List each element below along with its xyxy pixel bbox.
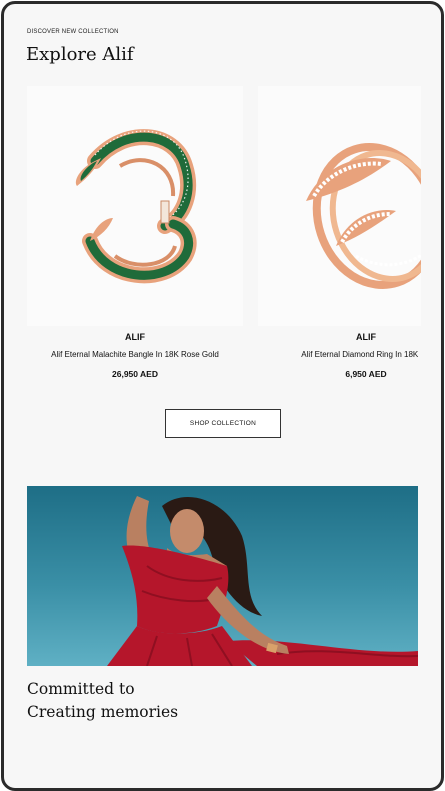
product-card[interactable]: ALIF Alif Eternal Malachite Bangle In 18… [27, 86, 243, 379]
product-name[interactable]: Alif Eternal Malachite Bangle In 18K Ros… [27, 350, 243, 359]
hero-title-line-2: Creating memories [27, 703, 179, 721]
collection-eyebrow: DISCOVER NEW COLLECTION [27, 29, 119, 35]
product-carousel[interactable]: ALIF Alif Eternal Malachite Bangle In 18… [27, 86, 421, 386]
product-brand: ALIF [125, 332, 145, 342]
product-name[interactable]: Alif Eternal Diamond Ring In 18K Ro [258, 350, 421, 359]
shop-collection-button[interactable]: SHOP COLLECTION [165, 409, 281, 438]
model-in-red-dress-image [27, 486, 418, 666]
hero-title-line-1: Committed to [27, 680, 135, 698]
product-card[interactable]: ALIF Alif Eternal Diamond Ring In 18K Ro… [258, 86, 421, 379]
malachite-bangle-icon [75, 129, 197, 284]
product-price: 6,950 AED [345, 369, 387, 379]
collection-title: Explore Alif [26, 44, 134, 65]
hero-title: Committed to Creating memories [27, 678, 178, 724]
malachite-bangle-image[interactable] [27, 86, 243, 326]
product-brand: ALIF [356, 332, 376, 342]
phone-frame: DISCOVER NEW COLLECTION Explore Alif ALI… [1, 1, 444, 791]
model-in-red-dress-icon [107, 496, 418, 666]
diamond-ring-icon [306, 143, 421, 289]
product-price: 26,950 AED [112, 369, 158, 379]
diamond-ring-image[interactable] [258, 86, 421, 326]
